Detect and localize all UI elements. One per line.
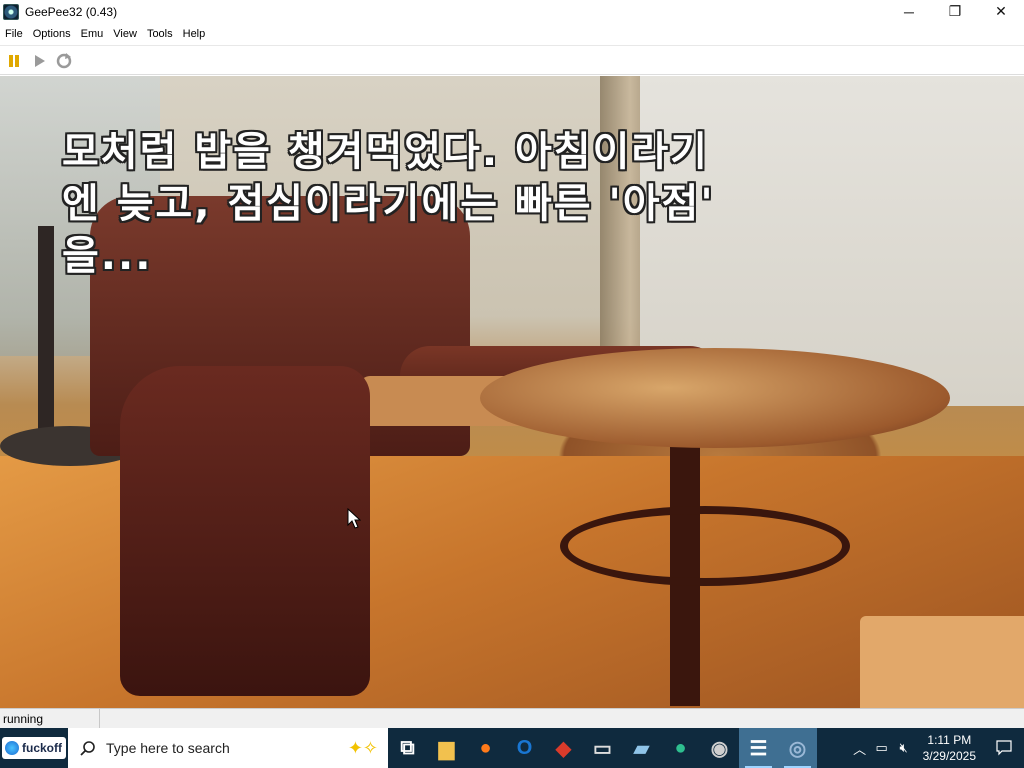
menu-tools[interactable]: Tools <box>142 28 178 40</box>
task-view-icon: ⧉ <box>400 736 415 759</box>
clock[interactable]: 1:11 PM 3/29/2025 <box>923 732 976 764</box>
system-tray: ︿ ▭ 🔇︎ 1:11 PM 3/29/2025 <box>849 728 1024 768</box>
notification-icon <box>996 740 1012 756</box>
outlook-icon: O <box>516 736 533 759</box>
mouse-cursor-icon <box>347 508 361 529</box>
list-app-taskbar-button[interactable]: ☰ <box>739 728 778 768</box>
task-view-taskbar-button[interactable]: ⧉ <box>388 728 427 768</box>
emulator-screen[interactable]: 모처럼 밥을 챙겨먹었다. 아침이라기 엔 늦고, 점심이라기에는 빠른 '아점… <box>0 76 1024 708</box>
notifications-button[interactable] <box>984 728 1024 768</box>
menu-help[interactable]: Help <box>178 28 211 40</box>
geepee32-icon: ◎ <box>788 737 807 760</box>
title-bar: GeePee32 (0.43) ─ ❐ ✕ <box>0 0 1024 23</box>
globe-app-icon: ● <box>674 736 687 759</box>
obs-taskbar-button[interactable]: ◉ <box>700 728 739 768</box>
outlook-taskbar-button[interactable]: O <box>505 728 544 768</box>
play-icon <box>35 54 45 67</box>
notes-taskbar-button[interactable]: ▰ <box>622 728 661 768</box>
terminal-taskbar-button[interactable]: ▭ <box>583 728 622 768</box>
window-controls: ─ ❐ ✕ <box>886 0 1024 23</box>
chevron-up-icon[interactable]: ︿ <box>849 728 871 768</box>
reset-button[interactable] <box>54 51 74 71</box>
play-button[interactable] <box>29 51 49 71</box>
list-app-icon: ☰ <box>749 737 768 760</box>
scene-pillow <box>860 616 1024 708</box>
toolbar <box>0 47 1024 75</box>
menu-file[interactable]: File <box>0 28 28 40</box>
start-logo-icon <box>5 741 19 755</box>
menu-emu[interactable]: Emu <box>76 28 109 40</box>
close-button[interactable]: ✕ <box>978 0 1024 23</box>
start-label: fuckoff <box>22 741 62 755</box>
scene-table-ring <box>560 506 850 586</box>
menu-view[interactable]: View <box>108 28 142 40</box>
pause-icon <box>9 54 19 67</box>
start-button[interactable]: fuckoff <box>0 728 68 768</box>
volume-muted-icon[interactable]: 🔇︎ <box>893 728 915 768</box>
clock-date: 3/29/2025 <box>922 749 976 763</box>
taskbar: fuckoff Type here to search ✦✧ ⧉ ▆ ● O ◆ ▭ ▰ ● ◉… <box>0 728 1024 768</box>
globe-app-taskbar-button[interactable]: ● <box>661 728 700 768</box>
firefox-icon: ● <box>479 736 492 759</box>
pen-app-icon: ◆ <box>555 737 572 760</box>
terminal-icon: ▭ <box>593 737 612 760</box>
search-placeholder: Type here to search <box>106 740 230 756</box>
scene-chair-arm-left <box>120 366 370 696</box>
menu-bar: File Options Emu View Tools Help <box>0 23 1024 46</box>
menu-options[interactable]: Options <box>28 28 76 40</box>
scene-table-top <box>480 348 950 448</box>
status-bar: running <box>0 708 1024 728</box>
file-explorer-taskbar-button[interactable]: ▆ <box>427 728 466 768</box>
notes-icon: ▰ <box>633 737 650 760</box>
pen-app-taskbar-button[interactable]: ◆ <box>544 728 583 768</box>
maximize-button[interactable]: ❐ <box>932 0 978 23</box>
file-explorer-icon: ▆ <box>438 737 455 760</box>
clock-time: 1:11 PM <box>927 733 972 747</box>
firefox-taskbar-button[interactable]: ● <box>466 728 505 768</box>
geepee32-app-icon <box>3 3 19 20</box>
window-title: GeePee32 (0.43) <box>25 4 118 19</box>
dialogue-text: 모처럼 밥을 챙겨먹었다. 아침이라기 엔 늦고, 점심이라기에는 빠른 '아점… <box>62 129 715 279</box>
search-icon <box>80 741 95 756</box>
scene-lamp-pole <box>38 226 54 446</box>
start-badge: fuckoff <box>2 737 66 759</box>
network-icon[interactable]: ▭ <box>871 728 893 768</box>
copilot-sparkle-icon[interactable]: ✦✧ <box>348 738 378 759</box>
search-box[interactable]: Type here to search ✦✧ <box>68 728 388 768</box>
geepee32-taskbar-button[interactable]: ◎ <box>778 728 817 768</box>
minimize-button[interactable]: ─ <box>886 0 932 23</box>
reset-icon <box>56 52 72 68</box>
taskbar-apps: ⧉ ▆ ● O ◆ ▭ ▰ ● ◉ ☰ ◎ <box>388 728 817 768</box>
obs-icon: ◉ <box>710 737 729 760</box>
pause-button[interactable] <box>4 51 24 71</box>
status-state: running <box>0 709 100 728</box>
